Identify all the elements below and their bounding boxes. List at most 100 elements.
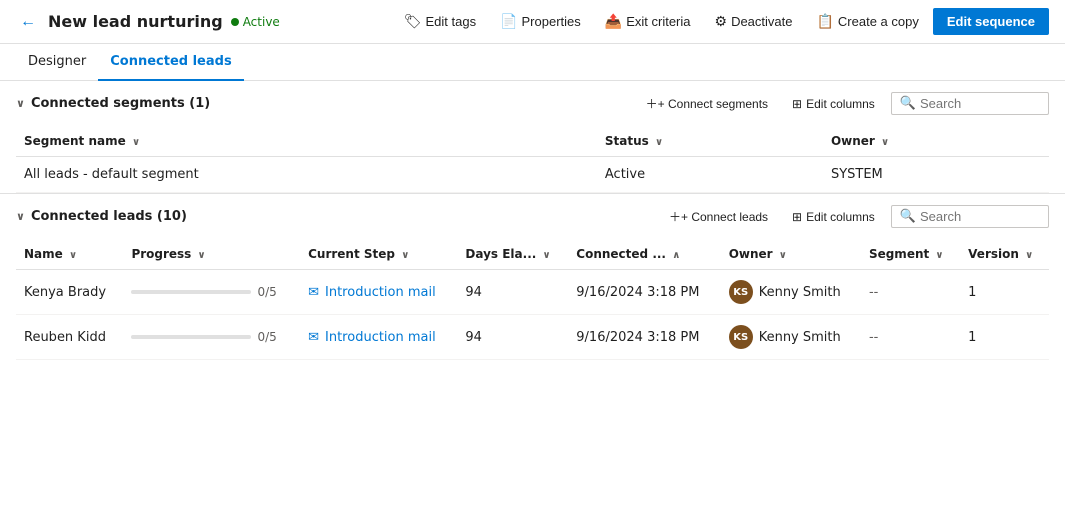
leads-title-text: Connected leads (10) [31, 209, 187, 224]
connect-segments-button[interactable]: ＋ + Connect segments [638, 91, 776, 116]
table-row: Reuben Kidd 0/5 ✉ Introduction mail 94 9… [16, 315, 1049, 360]
sort-icon: ∨ [881, 137, 889, 148]
back-icon: ← [20, 13, 36, 31]
avatar: KS [729, 325, 753, 349]
segments-section-header: ∨ Connected segments (1) ＋ + Connect seg… [0, 81, 1065, 126]
sort-desc-icon: ∧ [672, 250, 680, 261]
connect-leads-button[interactable]: ＋ + Connect leads [661, 204, 776, 229]
columns-icon: ⊞ [792, 210, 802, 224]
table-row: All leads - default segment Active SYSTE… [16, 157, 1049, 193]
lead-name-cell: Reuben Kidd [16, 315, 123, 360]
leads-section: ∨ Connected leads (10) ＋ + Connect leads… [0, 194, 1065, 360]
col-segment[interactable]: Segment ∨ [861, 239, 960, 270]
lead-version-cell: 1 [960, 315, 1049, 360]
chevron-icon: ∨ [16, 97, 25, 110]
tab-connected-leads[interactable]: Connected leads [98, 44, 243, 81]
page-title: New lead nurturing [48, 12, 223, 31]
segments-search-box: 🔍 [891, 92, 1049, 115]
mail-icon: ✉ [308, 330, 319, 345]
lead-days-cell: 94 [457, 270, 568, 315]
exit-criteria-button[interactable]: 📤 Exit criteria [595, 8, 701, 35]
sort-icon: ∨ [935, 250, 943, 261]
tag-icon: 🏷 [404, 13, 422, 30]
owner-name: Kenny Smith [759, 330, 841, 345]
col-progress[interactable]: Progress ∨ [123, 239, 300, 270]
lead-step-cell: ✉ Introduction mail [300, 315, 457, 360]
lead-segment-cell: -- [861, 270, 960, 315]
sort-icon: ∨ [655, 137, 663, 148]
search-icon: 🔍 [900, 96, 916, 111]
col-owner[interactable]: Owner ∨ [721, 239, 861, 270]
col-connected-date[interactable]: Connected ... ∧ [568, 239, 720, 270]
segments-table-wrap: Segment name ∨ Status ∨ Owner ∨ All lead… [0, 126, 1065, 193]
connect-segments-plus-icon: ＋ [646, 95, 658, 112]
top-actions: 🏷 Edit tags 📄 Properties 📤 Exit criteria… [394, 8, 1049, 35]
sort-icon: ∨ [1025, 250, 1033, 261]
segments-section: ∨ Connected segments (1) ＋ + Connect seg… [0, 81, 1065, 194]
chevron-icon: ∨ [16, 210, 25, 223]
deactivate-button[interactable]: ⚙ Deactivate [705, 8, 803, 35]
lead-days-cell: 94 [457, 315, 568, 360]
edit-columns-leads-button[interactable]: ⊞ Edit columns [784, 206, 883, 228]
edit-tags-button[interactable]: 🏷 Edit tags [394, 8, 486, 35]
avatar: KS [729, 280, 753, 304]
properties-button[interactable]: 📄 Properties [490, 8, 591, 35]
segments-title-text: Connected segments (1) [31, 96, 210, 111]
leads-table-wrap: Name ∨ Progress ∨ Current Step ∨ Days El… [0, 239, 1065, 360]
leads-section-header: ∨ Connected leads (10) ＋ + Connect leads… [0, 194, 1065, 239]
search-icon: 🔍 [900, 209, 916, 224]
leads-section-title[interactable]: ∨ Connected leads (10) [16, 209, 187, 224]
sort-icon: ∨ [779, 250, 787, 261]
col-status[interactable]: Status ∨ [597, 126, 823, 157]
copy-icon: 📋 [816, 13, 833, 30]
status-badge: Active [231, 15, 280, 29]
columns-icon: ⊞ [792, 97, 802, 111]
col-days-elapsed[interactable]: Days Ela... ∨ [457, 239, 568, 270]
top-bar: ← New lead nurturing Active 🏷 Edit tags … [0, 0, 1065, 44]
status-dot [231, 18, 239, 26]
tab-designer[interactable]: Designer [16, 44, 98, 81]
edit-sequence-button[interactable]: Edit sequence [933, 8, 1049, 35]
leads-table-header-row: Name ∨ Progress ∨ Current Step ∨ Days El… [16, 239, 1049, 270]
table-row: Kenya Brady 0/5 ✉ Introduction mail 94 9… [16, 270, 1049, 315]
leads-search-box: 🔍 [891, 205, 1049, 228]
segment-name-cell: All leads - default segment [16, 157, 597, 193]
edit-columns-segments-button[interactable]: ⊞ Edit columns [784, 93, 883, 115]
owner-name: Kenny Smith [759, 285, 841, 300]
status-label: Active [243, 15, 280, 29]
tabs: Designer Connected leads [0, 44, 1065, 81]
step-label: Introduction mail [325, 330, 436, 345]
leads-actions: ＋ + Connect leads ⊞ Edit columns 🔍 [661, 204, 1049, 229]
sort-icon: ∨ [543, 250, 551, 261]
col-current-step[interactable]: Current Step ∨ [300, 239, 457, 270]
lead-version-cell: 1 [960, 270, 1049, 315]
segment-owner-cell: SYSTEM [823, 157, 1049, 193]
lead-name-cell: Kenya Brady [16, 270, 123, 315]
lead-owner-cell: KS Kenny Smith [721, 315, 861, 360]
doc-icon: 📄 [500, 13, 517, 30]
col-name[interactable]: Name ∨ [16, 239, 123, 270]
lead-connected-date-cell: 9/16/2024 3:18 PM [568, 270, 720, 315]
segments-table-header-row: Segment name ∨ Status ∨ Owner ∨ [16, 126, 1049, 157]
gear-icon: ⚙ [715, 13, 728, 30]
segments-table: Segment name ∨ Status ∨ Owner ∨ All lead… [16, 126, 1049, 193]
leads-search-input[interactable] [920, 209, 1040, 224]
sort-icon: ∨ [132, 137, 140, 148]
segments-section-title[interactable]: ∨ Connected segments (1) [16, 96, 210, 111]
sort-icon: ∨ [69, 250, 77, 261]
back-button[interactable]: ← [16, 13, 40, 31]
mail-icon: ✉ [308, 285, 319, 300]
step-label: Introduction mail [325, 285, 436, 300]
lead-connected-date-cell: 9/16/2024 3:18 PM [568, 315, 720, 360]
lead-segment-cell: -- [861, 315, 960, 360]
sort-icon: ∨ [198, 250, 206, 261]
lead-progress-cell: 0/5 [123, 270, 300, 315]
segments-search-input[interactable] [920, 96, 1040, 111]
col-segment-name[interactable]: Segment name ∨ [16, 126, 597, 157]
create-copy-button[interactable]: 📋 Create a copy [806, 8, 928, 35]
col-version[interactable]: Version ∨ [960, 239, 1049, 270]
lead-progress-cell: 0/5 [123, 315, 300, 360]
connect-leads-plus-icon: ＋ [669, 208, 681, 225]
col-owner[interactable]: Owner ∨ [823, 126, 1049, 157]
exit-icon: 📤 [605, 13, 622, 30]
